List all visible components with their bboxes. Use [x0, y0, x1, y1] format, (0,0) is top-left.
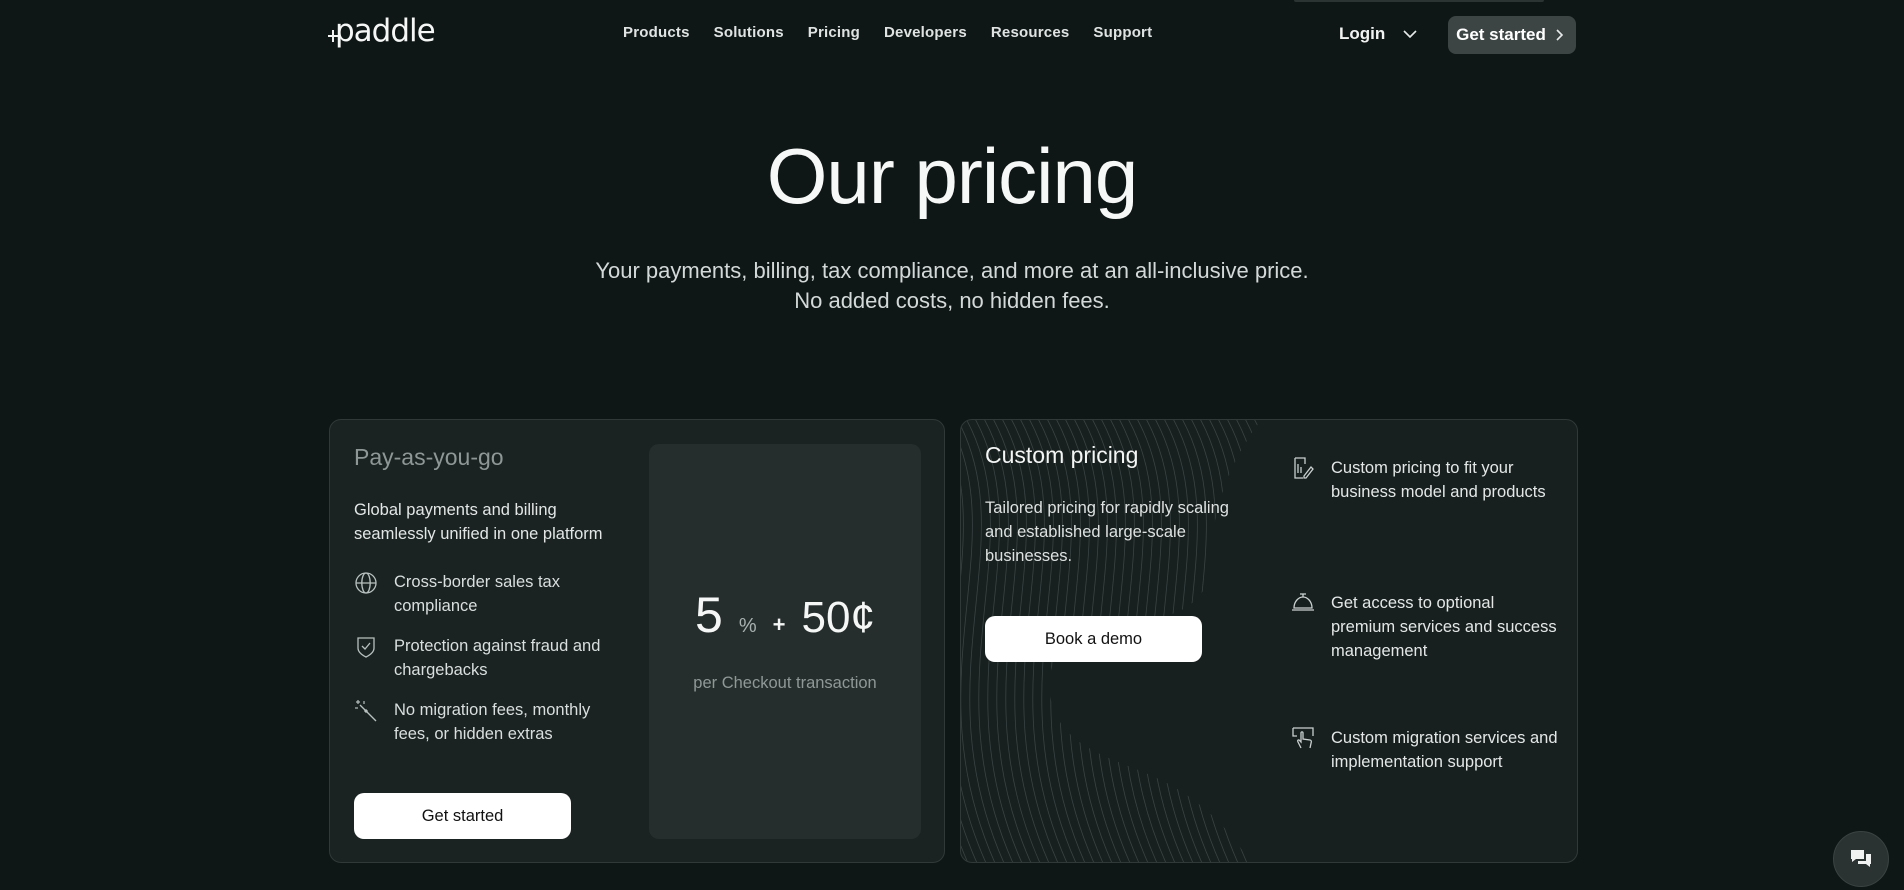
custom-feature-text: Custom pricing to fit your business mode…	[1331, 459, 1546, 501]
chevron-down-icon	[1403, 30, 1417, 38]
custom-feature-text: Get access to optional premium services …	[1331, 594, 1557, 660]
chat-widget-button[interactable]	[1833, 831, 1889, 887]
shield-check-icon	[357, 637, 375, 658]
nav-item-developers[interactable]: Developers	[884, 24, 967, 41]
custom-feature-item: Custom pricing to fit your business mode…	[1291, 456, 1559, 504]
magic-wand-icon	[355, 700, 377, 722]
plan-description: Global payments and billing seamlessly u…	[354, 501, 603, 543]
nav-item-support[interactable]: Support	[1093, 24, 1152, 41]
price-cents: 50¢	[801, 593, 875, 642]
document-edit-icon	[1294, 457, 1314, 479]
main-nav: Products Solutions Pricing Developers Re…	[623, 24, 1176, 41]
custom-pricing-card: Custom pricing Tailored pricing for rapi…	[960, 419, 1578, 863]
price-note: per Checkout transaction	[693, 674, 877, 692]
plan-name: Pay-as-you-go	[354, 444, 504, 470]
top-decoration-strip	[1294, 0, 1544, 2]
price-value: 5 % + 50¢	[649, 586, 921, 644]
service-bell-icon	[1292, 593, 1314, 611]
price-plus: +	[772, 612, 786, 637]
feature-text: Cross-border sales tax compliance	[394, 573, 560, 615]
login-label: Login	[1339, 24, 1386, 43]
header-get-started-button[interactable]: Get started	[1448, 16, 1576, 54]
price-panel: 5 % + 50¢ per Checkout transaction	[649, 444, 921, 839]
feature-text: Protection against fraud and chargebacks	[394, 637, 601, 679]
custom-plan-description: Tailored pricing for rapidly scaling and…	[985, 499, 1229, 565]
login-button[interactable]: Login	[1339, 24, 1417, 44]
subtitle-line-1: Your payments, billing, tax compliance, …	[595, 258, 1309, 283]
subtitle-line-2: No added costs, no hidden fees.	[794, 288, 1110, 313]
page-subtitle: Your payments, billing, tax compliance, …	[0, 256, 1904, 316]
custom-feature-item: Get access to optional premium services …	[1291, 591, 1559, 663]
paddle-logo[interactable]: paddle	[328, 13, 436, 49]
price-percent: 5	[695, 587, 723, 643]
feature-item: Cross-border sales tax compliance	[354, 570, 616, 618]
nav-item-solutions[interactable]: Solutions	[714, 24, 784, 41]
chevron-right-icon	[1556, 29, 1564, 41]
feature-item: Protection against fraud and chargebacks	[354, 634, 616, 682]
get-started-button[interactable]: Get started	[354, 793, 571, 839]
custom-feature-item: Custom migration services and implementa…	[1291, 726, 1559, 774]
logo-plus-icon	[328, 14, 338, 42]
header-get-started-label: Get started	[1456, 25, 1546, 44]
book-demo-button[interactable]: Book a demo	[985, 616, 1202, 662]
nav-item-products[interactable]: Products	[623, 24, 690, 41]
nav-item-pricing[interactable]: Pricing	[808, 24, 860, 41]
custom-feature-text: Custom migration services and implementa…	[1331, 729, 1558, 771]
globe-icon	[355, 572, 377, 594]
feature-text: No migration fees, monthly fees, or hidd…	[394, 701, 591, 743]
chat-bubbles-icon	[1851, 850, 1871, 867]
custom-plan-name: Custom pricing	[985, 442, 1139, 468]
page-title: Our pricing	[766, 132, 1138, 220]
migration-tap-icon	[1292, 727, 1314, 749]
nav-item-resources[interactable]: Resources	[991, 24, 1070, 41]
logo-text: paddle	[335, 13, 436, 49]
price-percent-sign: %	[738, 615, 757, 637]
feature-item: No migration fees, monthly fees, or hidd…	[354, 698, 616, 746]
pay-as-you-go-card: Pay-as-you-go Global payments and billin…	[329, 419, 945, 863]
